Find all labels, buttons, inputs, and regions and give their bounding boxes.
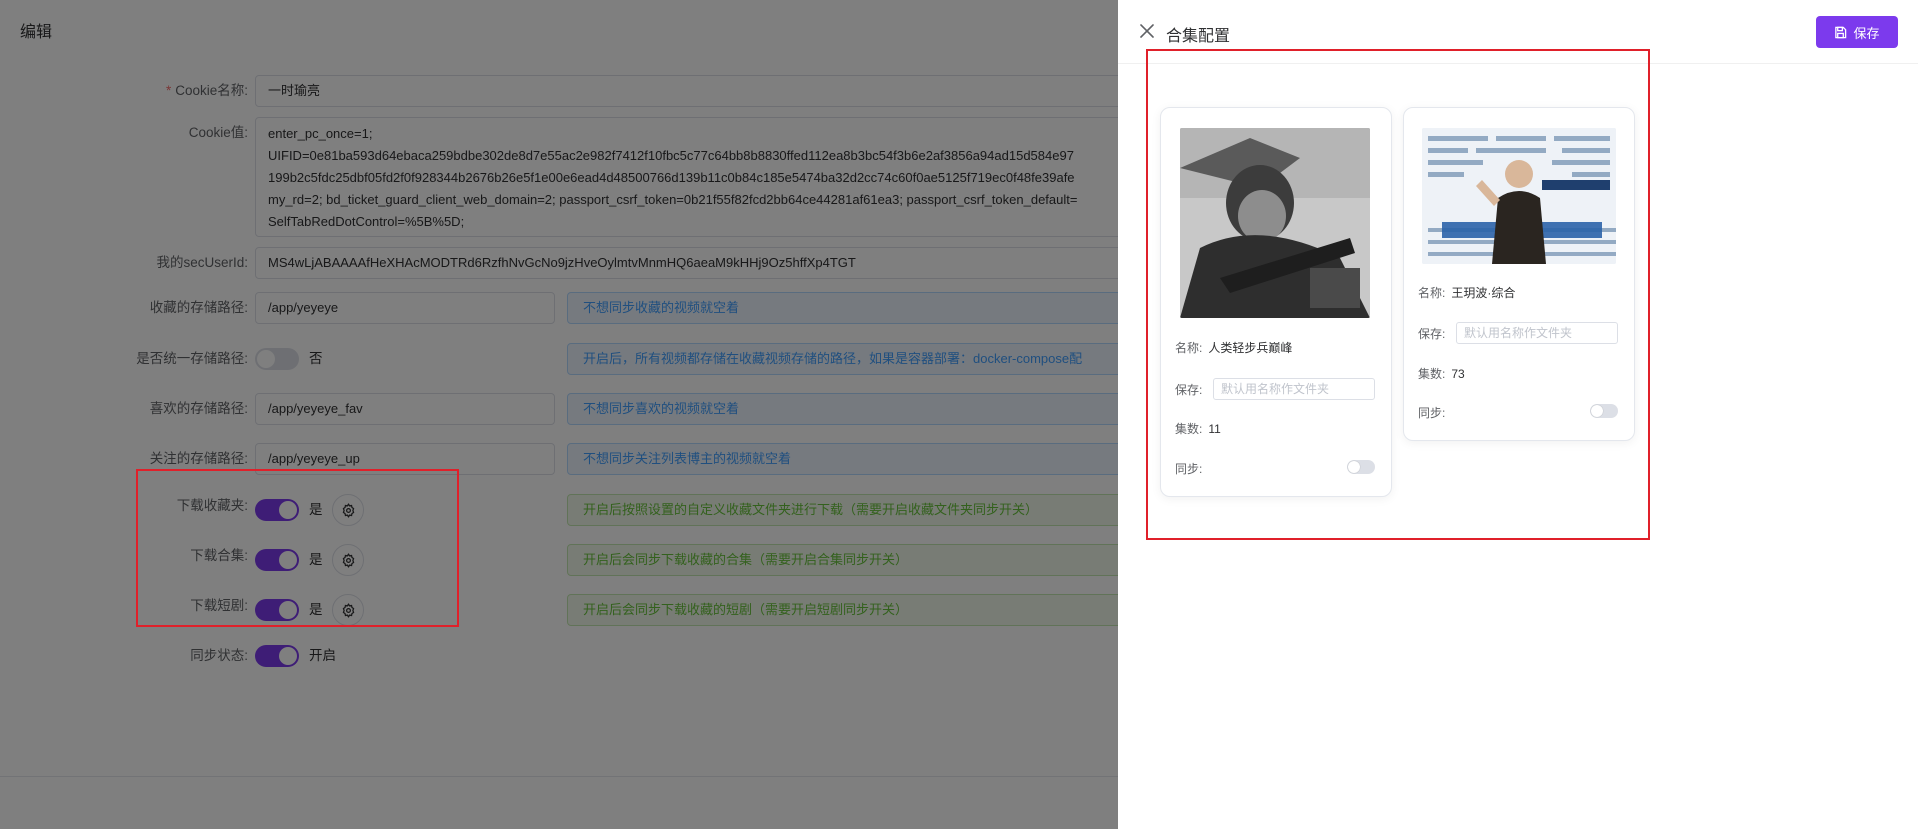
highlight-box-download-toggles xyxy=(136,469,459,627)
save-icon xyxy=(1835,26,1847,38)
save-button-label: 保存 xyxy=(1853,25,1880,41)
save-button[interactable]: 保存 xyxy=(1816,16,1898,48)
highlight-box-collection-cards xyxy=(1146,49,1650,540)
close-button[interactable] xyxy=(1138,22,1156,40)
drawer-title: 合集配置 xyxy=(1166,28,1231,45)
close-icon xyxy=(1140,24,1154,38)
